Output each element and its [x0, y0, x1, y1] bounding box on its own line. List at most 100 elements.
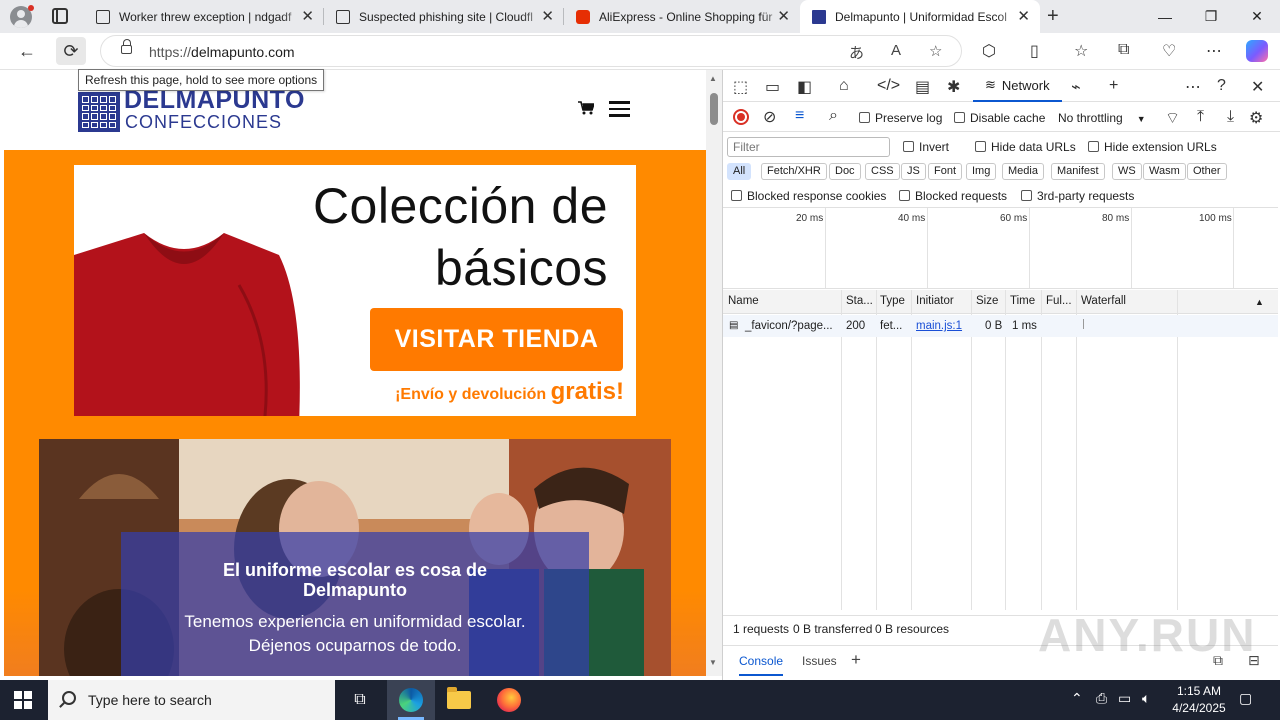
column-waterfall[interactable]: Waterfall — [1081, 295, 1126, 307]
close-tab-icon[interactable]: ✕ — [301, 9, 314, 24]
file-explorer-icon[interactable] — [435, 680, 483, 720]
devtools-menu-icon[interactable]: ⋯ — [1185, 77, 1201, 97]
add-drawer-tab-icon[interactable]: + — [851, 650, 861, 670]
third-party-requests-checkbox[interactable]: 3rd-party requests — [1021, 189, 1134, 203]
hide-data-urls-checkbox[interactable]: Hide data URLs — [975, 140, 1076, 154]
type-filter-img[interactable]: Img — [966, 163, 997, 180]
network-filter-input[interactable]: Filter — [727, 137, 890, 157]
type-filter-fetch-xhr[interactable]: Fetch/XHR — [761, 163, 827, 180]
column-time[interactable]: Time — [1010, 295, 1035, 307]
tab-network[interactable]: ≋ Network — [973, 70, 1062, 102]
minimize-button[interactable]: — — [1142, 0, 1188, 33]
help-icon[interactable]: ? — [1217, 77, 1226, 95]
preserve-log-checkbox[interactable]: Preserve log — [859, 111, 942, 125]
type-filter-media[interactable]: Media — [1002, 163, 1044, 180]
inspect-element-icon[interactable]: ⬚ — [733, 77, 748, 97]
close-window-button[interactable]: ✕ — [1234, 0, 1280, 33]
back-button[interactable]: ← — [12, 37, 42, 65]
type-filter-manifest[interactable]: Manifest — [1051, 163, 1105, 180]
close-tab-icon[interactable]: ✕ — [541, 9, 554, 24]
scrollbar-thumb[interactable] — [710, 93, 718, 125]
notifications-icon[interactable]: ▢ — [1239, 690, 1252, 707]
record-icon[interactable] — [733, 109, 749, 125]
refresh-button[interactable]: ⟳ — [56, 37, 86, 65]
console-icon[interactable]: ▤ — [915, 77, 930, 97]
logo-subtitle[interactable]: CONFECCIONES — [125, 112, 282, 133]
blocked-requests-checkbox[interactable]: Blocked requests — [899, 189, 1007, 203]
column-initiator[interactable]: Initiator — [916, 295, 954, 307]
close-tab-icon[interactable]: ✕ — [777, 9, 790, 24]
more-menu-icon[interactable]: ⋯ — [1206, 41, 1222, 61]
restore-button[interactable]: ❐ — [1188, 0, 1234, 33]
table-row[interactable]: ▤ _favicon/?page... 200 fet... main.js:1… — [723, 315, 1278, 337]
hamburger-menu-icon[interactable] — [609, 101, 630, 117]
type-filter-font[interactable]: Font — [928, 163, 963, 180]
visit-store-button[interactable]: VISITAR TIENDA — [370, 308, 623, 371]
network-conditions-icon[interactable]: ⌔ — [1165, 108, 1180, 128]
lock-icon[interactable] — [121, 39, 132, 54]
type-filter-css[interactable]: CSS — [865, 163, 900, 180]
type-filter-other[interactable]: Other — [1187, 163, 1227, 180]
scroll-down-icon[interactable]: ▼ — [709, 658, 717, 667]
more-tools-icon[interactable]: + — [1109, 77, 1118, 95]
column-type[interactable]: Type — [880, 295, 905, 307]
basics-banner[interactable]: Colección de básicos VISITAR TIENDA ¡Env… — [74, 165, 636, 416]
sort-up-icon[interactable]: ▲ — [1255, 297, 1264, 307]
tab-aliexpress[interactable]: AliExpress - Online Shopping für ✕ — [564, 0, 800, 33]
windows-start-icon[interactable] — [14, 691, 32, 709]
network-overview-timeline[interactable]: 20 ms 40 ms 60 ms 80 ms 100 ms — [723, 207, 1278, 289]
new-tab-button[interactable]: + — [1047, 5, 1059, 28]
column-status[interactable]: Sta... — [846, 295, 873, 307]
browser-essentials-icon[interactable]: ♡ — [1162, 41, 1176, 61]
close-devtools-icon[interactable]: ✕ — [1251, 77, 1264, 97]
address-bar[interactable]: https://delmapunto.com あ A ☆ — [100, 35, 962, 67]
cart-icon[interactable] — [578, 101, 594, 115]
url-text[interactable]: https://delmapunto.com — [149, 44, 295, 60]
elements-code-icon[interactable]: </> — [877, 77, 900, 95]
throttling-select[interactable]: No throttling ▼ — [1058, 111, 1146, 125]
filter-toggle-icon[interactable]: ≡ — [795, 107, 804, 125]
performance-icon[interactable]: ⌁ — [1071, 77, 1081, 97]
tab-delmapunto[interactable]: Delmapunto | Uniformidad Escol ✕ — [800, 0, 1040, 33]
device-emulation-icon[interactable]: ▭ — [765, 77, 780, 97]
network-settings-gear-icon[interactable]: ⚙ — [1249, 108, 1263, 128]
sources-bug-icon[interactable]: ✱ — [947, 77, 960, 97]
collections-icon[interactable]: ⧉ — [1118, 41, 1129, 59]
tab-phishing-site[interactable]: Suspected phishing site | Cloudfl ✕ — [324, 0, 564, 33]
disable-cache-checkbox[interactable]: Disable cache — [954, 111, 1045, 125]
volume-icon[interactable]: 🔈︎ — [1142, 690, 1150, 707]
tab-worker-exception[interactable]: Worker threw exception | ndgadf ✕ — [84, 0, 324, 33]
type-filter-ws[interactable]: WS — [1112, 163, 1142, 180]
device-icon[interactable]: ⎙ — [1096, 690, 1107, 707]
column-size[interactable]: Size — [976, 295, 998, 307]
page-scrollbar[interactable]: ▲ ▼ — [706, 70, 722, 676]
clear-icon[interactable]: ⊘ — [763, 107, 776, 127]
welcome-home-icon[interactable]: ⌂ — [839, 77, 849, 95]
drawer-tab-console[interactable]: Console — [739, 654, 784, 676]
type-filter-all[interactable]: All — [727, 163, 752, 180]
export-har-icon[interactable]: ⤓ — [1227, 108, 1234, 126]
type-filter-wasm[interactable]: Wasm — [1143, 163, 1186, 180]
network-icon[interactable]: ▭ — [1118, 690, 1131, 707]
scroll-up-icon[interactable]: ▲ — [709, 74, 717, 83]
translate-icon[interactable]: あ — [849, 42, 864, 63]
hide-extension-urls-checkbox[interactable]: Hide extension URLs — [1088, 140, 1217, 154]
close-tab-icon[interactable]: ✕ — [1017, 9, 1030, 24]
dock-side-icon[interactable]: ◧ — [797, 77, 812, 97]
taskbar-search-box[interactable]: Type here to search — [48, 680, 335, 720]
favorite-star-icon[interactable]: ☆ — [929, 42, 942, 60]
request-name[interactable]: _favicon/?page... — [745, 320, 833, 332]
edge-taskbar-icon[interactable] — [387, 680, 435, 720]
extensions-icon[interactable]: ⬡ — [982, 41, 996, 61]
column-fulfilled[interactable]: Ful... — [1046, 295, 1072, 307]
request-initiator[interactable]: main.js:1 — [916, 320, 962, 332]
show-hidden-icons-icon[interactable]: ⌃ — [1071, 690, 1083, 707]
favorites-icon[interactable]: ☆ — [1074, 41, 1088, 61]
type-filter-doc[interactable]: Doc — [829, 163, 861, 180]
taskbar-clock[interactable]: 1:15 AM 4/24/2025 — [1161, 683, 1237, 717]
read-aloud-icon[interactable]: A — [891, 42, 901, 59]
tab-actions-icon[interactable] — [52, 8, 68, 24]
import-har-icon[interactable]: ⤒ — [1197, 108, 1204, 126]
copilot-icon[interactable] — [1246, 40, 1268, 62]
type-filter-js[interactable]: JS — [901, 163, 926, 180]
